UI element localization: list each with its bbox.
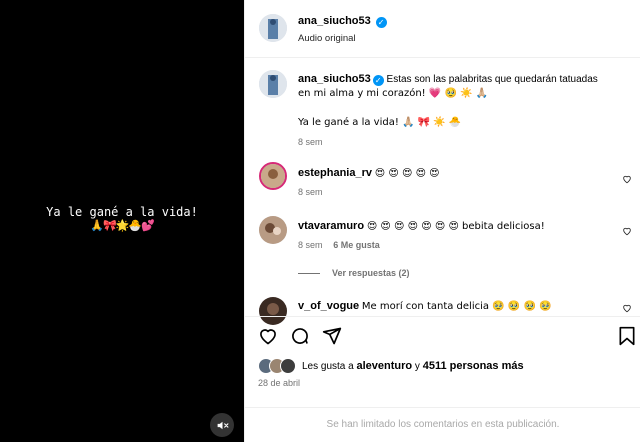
post-modal: Ya le gané a la vida! 🙏🎀🌟🐣💕 ana_siucho53 (0, 0, 640, 442)
comment-likes[interactable]: 6 Me gusta (333, 240, 380, 250)
speaker-muted-icon (217, 421, 228, 429)
comment-bubble-icon[interactable] (290, 326, 310, 346)
view-replies-label: Ver respuestas (2) (332, 268, 410, 278)
caption-avatar[interactable] (259, 70, 287, 98)
comment-text: 😍 😍 😍 😍 😍 (374, 168, 440, 179)
comment-time[interactable]: 8 sem (298, 240, 323, 250)
comment-meta: 8 sem 6 Me gusta (298, 240, 380, 251)
replies-divider (298, 272, 320, 274)
video-caption-emoji: 🙏🎀🌟🐣💕 (90, 219, 154, 232)
heart-icon[interactable] (622, 226, 632, 236)
heart-icon[interactable] (622, 303, 632, 313)
comments-limited-notice: Se han limitado los comentarios en esta … (245, 407, 640, 442)
audio-label[interactable]: Audio original (298, 33, 356, 44)
video-caption: Ya le gané a la vida! (46, 205, 198, 219)
comment-row: estephania_rv 😍 😍 😍 😍 😍 (298, 166, 440, 181)
mute-button[interactable] (210, 413, 234, 437)
caption-line2: en mi alma y mi corazón! 💗 🥹 ☀️ 🙏🏼 (298, 88, 489, 99)
avatar[interactable] (259, 14, 287, 42)
comment-username[interactable]: estephania_rv (298, 167, 372, 179)
paper-plane-icon[interactable] (322, 326, 342, 346)
comment-row: v_of_vogue Me morí con tanta delicia 🥹 🥹… (298, 299, 552, 314)
post-date[interactable]: 28 de abril (258, 378, 300, 388)
comment-avatar[interactable] (259, 162, 287, 190)
caption-username[interactable]: ana_siucho53 (298, 73, 371, 85)
caption-time[interactable]: 8 sem (298, 137, 323, 147)
comment-username[interactable]: vtavaramuro (298, 220, 364, 232)
post-sidebar: ana_siucho53 ✓ Audio original ana_siucho… (244, 0, 640, 442)
comment-row: vtavaramuro 😍 😍 😍 😍 😍 😍 😍 bebita delicio… (298, 219, 545, 234)
caption-line1: Estas son las palabritas que quedarán ta… (386, 74, 598, 85)
likes-user[interactable]: aleventuro (357, 360, 413, 372)
likes-summary: Les gusta a aleventuro y 4511 personas m… (302, 359, 524, 374)
view-replies-button[interactable]: Ver respuestas (2) (298, 268, 410, 278)
caption-line3: Ya le gané a la vida! 🙏🏼 🎀 ☀️ 🐣 (298, 117, 462, 128)
verified-badge-icon: ✓ (375, 17, 387, 28)
avatar (280, 358, 296, 374)
heart-icon[interactable] (258, 326, 278, 346)
comment-username[interactable]: v_of_vogue (298, 300, 359, 312)
heart-icon[interactable] (622, 174, 632, 184)
comment-text: Me morí con tanta delicia 🥹 🥹 🥹 🥹 (361, 301, 552, 312)
comment-time[interactable]: 8 sem (298, 187, 323, 197)
likes-conj: y (414, 361, 420, 372)
verified-badge-icon: ✓ (372, 75, 384, 86)
likes-prefix: Les gusta a (302, 361, 354, 372)
video-player[interactable]: Ya le gané a la vida! 🙏🎀🌟🐣💕 (0, 0, 244, 442)
header-username[interactable]: ana_siucho53 (298, 15, 371, 27)
liked-by-avatars[interactable] (258, 358, 298, 374)
comment-text: 😍 😍 😍 😍 😍 😍 😍 bebita deliciosa! (366, 221, 545, 232)
post-header: ana_siucho53 ✓ Audio original (245, 0, 640, 58)
comment-avatar[interactable] (259, 216, 287, 244)
bookmark-icon[interactable] (618, 326, 636, 346)
caption-text: ana_siucho53 ✓ Estas son las palabritas q… (298, 72, 633, 101)
likes-others[interactable]: 4511 personas más (423, 360, 524, 372)
